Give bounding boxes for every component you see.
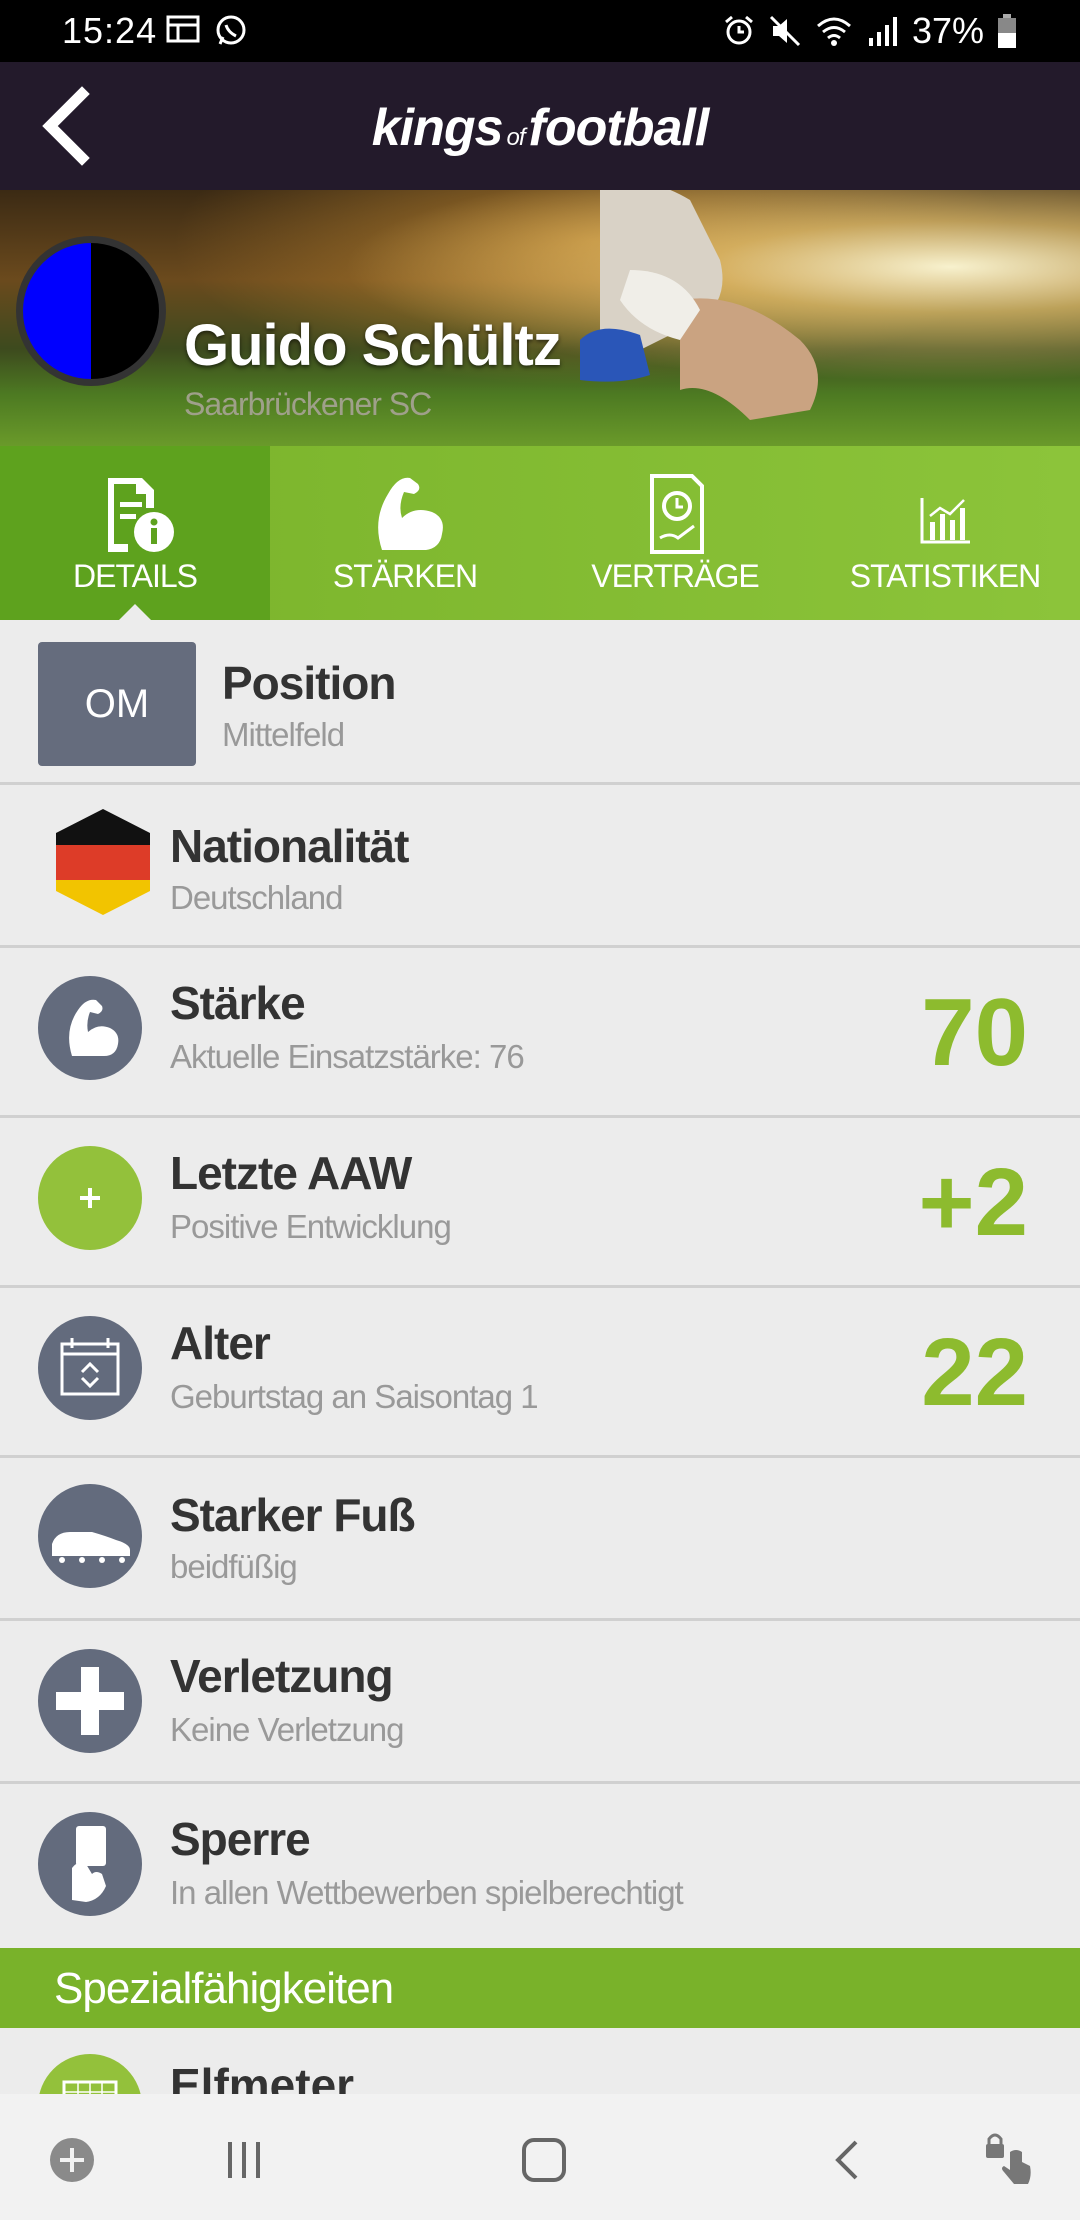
item-subtitle: beidfüßig (170, 1548, 298, 1585)
goal-icon (38, 2054, 142, 2094)
item-subtitle: Positive Entwicklung (170, 1208, 452, 1245)
battery-icon (998, 14, 1016, 48)
back-icon[interactable] (818, 2130, 878, 2190)
list-item-nationality[interactable]: Nationalität Deutschland (0, 785, 1080, 948)
germany-flag-icon (56, 809, 150, 915)
document-info-icon (108, 478, 174, 552)
signal-icon (868, 17, 897, 46)
item-title: Elfmeter (170, 2059, 355, 2094)
app-header: kings offootball (0, 62, 1080, 190)
tab-statistiken[interactable]: STATISTIKEN (810, 446, 1080, 620)
recent-apps-icon[interactable] (214, 2130, 274, 2190)
plus-icon (38, 1146, 142, 1250)
list-item-strength[interactable]: Stärke Aktuelle Einsatzstärke: 76 70 (0, 948, 1080, 1118)
player-name: Guido Schültz (184, 313, 562, 378)
battery-percent: 37% (911, 10, 984, 51)
player-tabs: DETAILS STÄRKEN VERTRÄGE STATISTIKEN (0, 446, 1080, 620)
list-item-suspension[interactable]: Sperre In allen Wettbewerben spielberech… (0, 1784, 1080, 1944)
item-subtitle: In allen Wettbewerben spielberechtigt (170, 1874, 684, 1911)
item-title: Sperre (170, 1813, 311, 1865)
muscle-icon (378, 477, 443, 550)
status-time: 15:24 (62, 10, 158, 51)
list-item-injury[interactable]: Verletzung Keine Verletzung (0, 1621, 1080, 1784)
item-title: Stärke (170, 977, 306, 1029)
item-title: Verletzung (170, 1650, 394, 1702)
calendar-icon (38, 1316, 142, 1420)
details-list: OM Position Mittelfeld Nationalität Deut… (0, 620, 1080, 1944)
item-title: Alter (170, 1317, 271, 1369)
club-logo (16, 236, 166, 386)
tab-label: STATISTIKEN (849, 558, 1042, 594)
list-item-penalty[interactable]: Elfmeter (0, 2028, 1080, 2094)
card-hand-icon (38, 1812, 142, 1916)
list-item-position[interactable]: OM Position Mittelfeld (0, 620, 1080, 785)
mute-icon (769, 15, 800, 47)
hero-player-image (580, 190, 818, 420)
special-abilities-header: Spezialfähigkeiten (0, 1948, 1080, 2028)
item-title: Position (222, 657, 396, 709)
aaw-value: +2 (918, 1149, 1028, 1256)
tab-label: STÄRKEN (332, 558, 478, 594)
status-bar: 15:24 37% (0, 0, 1080, 62)
football-boot-icon (38, 1484, 142, 1588)
app-logo: kings offootball (371, 99, 710, 157)
wifi-icon (816, 17, 851, 46)
game-launcher-icon[interactable] (42, 2130, 102, 2190)
player-hero-banner: Guido Schültz Saarbrückener SC (0, 190, 1080, 446)
touch-lock-icon[interactable] (980, 2130, 1040, 2190)
item-subtitle: Geburtstag an Saisontag 1 (170, 1378, 539, 1415)
list-item-age[interactable]: Alter Geburtstag an Saisontag 1 22 (0, 1288, 1080, 1458)
list-item-strong-foot[interactable]: Starker Fuß beidfüßig (0, 1458, 1080, 1621)
strength-value: 70 (921, 979, 1028, 1086)
medical-cross-icon (38, 1649, 142, 1753)
list-item-last-aaw[interactable]: Letzte AAW Positive Entwicklung +2 (0, 1118, 1080, 1288)
muscle-icon (38, 976, 142, 1080)
player-club: Saarbrückener SC (184, 386, 432, 422)
tab-staerken[interactable]: STÄRKEN (270, 446, 540, 620)
item-subtitle: Mittelfeld (222, 716, 345, 753)
alarm-icon (724, 15, 753, 45)
item-title: Starker Fuß (170, 1489, 416, 1541)
item-title: Nationalität (170, 820, 409, 872)
item-subtitle: Deutschland (170, 879, 343, 916)
home-icon[interactable] (514, 2130, 574, 2190)
whatsapp-icon (216, 15, 246, 45)
age-value: 22 (921, 1319, 1028, 1426)
tab-vertraege[interactable]: VERTRÄGE (540, 446, 810, 620)
active-tab-indicator (119, 604, 151, 620)
item-subtitle: Keine Verletzung (170, 1711, 405, 1748)
system-nav-bar (0, 2094, 1080, 2220)
tab-label: VERTRÄGE (591, 558, 759, 594)
tab-label: DETAILS (73, 558, 198, 594)
tab-details[interactable]: DETAILS (0, 446, 270, 620)
position-badge: OM (38, 642, 196, 766)
bar-chart-icon (920, 498, 970, 544)
contract-icon (650, 474, 704, 554)
item-title: Letzte AAW (170, 1147, 412, 1199)
gallery-icon (166, 15, 200, 43)
item-subtitle: Aktuelle Einsatzstärke: 76 (170, 1038, 525, 1075)
